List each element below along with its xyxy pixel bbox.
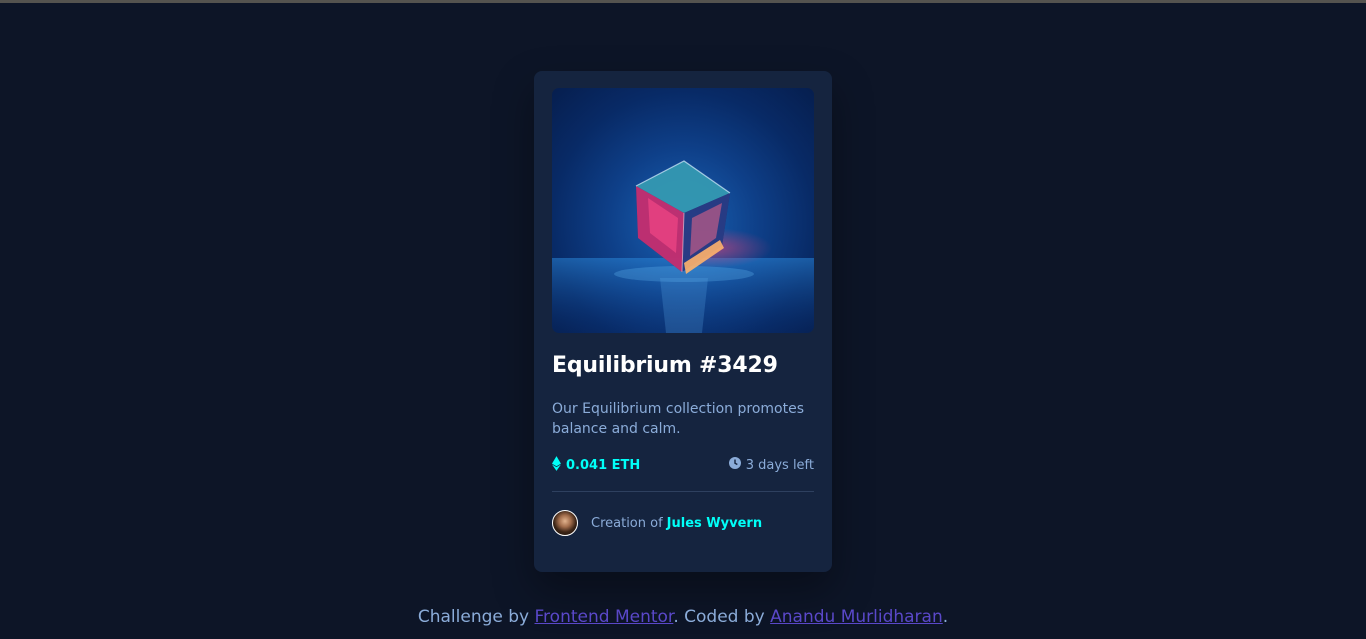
ethereum-icon (552, 455, 561, 475)
nft-title[interactable]: Equilibrium #3429 (552, 353, 778, 378)
card-divider (552, 491, 814, 492)
author-link[interactable]: Anandu Murlidharan (770, 607, 943, 627)
creator-name-link[interactable]: Jules Wyvern (667, 516, 762, 531)
time-left-value: 3 days left (745, 457, 814, 473)
footer-suffix: . (942, 607, 949, 627)
footer-middle: . Coded by (673, 607, 765, 627)
price-info: 0.041 ETH (552, 455, 641, 475)
creator-prefix: Creation of (591, 515, 663, 531)
footer-prefix: Challenge by (417, 607, 530, 627)
time-left-info: 3 days left (728, 457, 814, 473)
clock-icon (728, 457, 741, 473)
creator-info: Creation of Jules Wyvern (552, 510, 762, 536)
nft-image[interactable] (552, 88, 814, 333)
browser-top-edge (0, 0, 1366, 3)
frontend-mentor-link[interactable]: Frontend Mentor (535, 607, 674, 627)
cube-illustration (552, 160, 814, 333)
nft-description: Our Equilibrium collection promotes bala… (552, 401, 804, 437)
attribution-footer: Challenge by Frontend Mentor. Coded by A… (0, 607, 1366, 627)
price-value: 0.041 ETH (566, 457, 641, 473)
nft-preview-card: Equilibrium #3429 Our Equilibrium collec… (534, 71, 832, 572)
creator-avatar (552, 510, 578, 536)
